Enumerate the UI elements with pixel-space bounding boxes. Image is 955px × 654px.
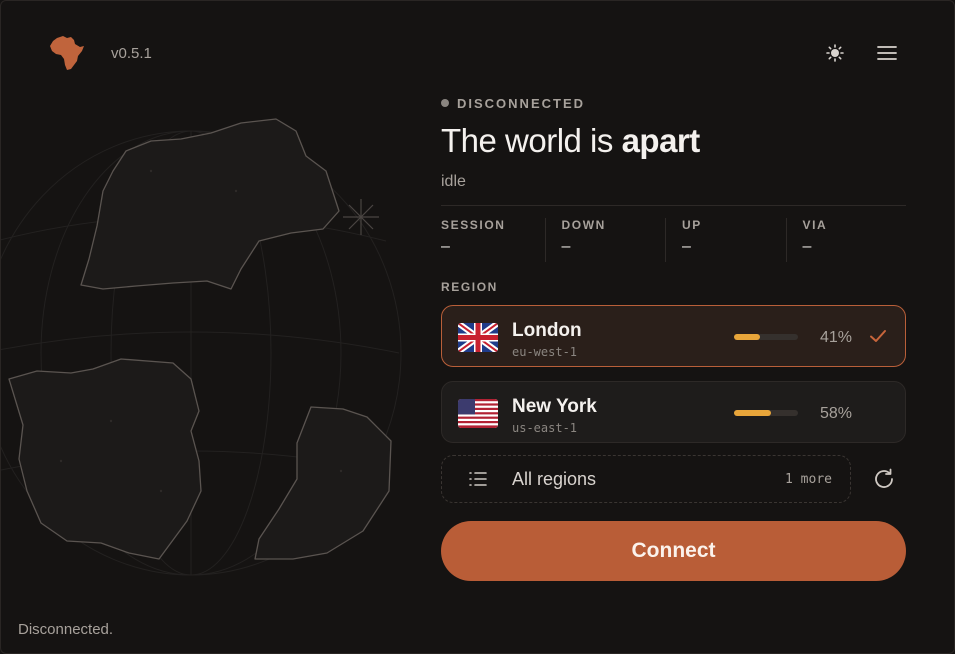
connect-button[interactable]: Connect — [441, 521, 906, 581]
more-regions-count: 1 more — [785, 472, 832, 487]
status-row: DISCONNECTED — [441, 95, 906, 111]
stats-row: SESSION – DOWN – UP – VIA – — [441, 218, 906, 262]
region-load-fill — [734, 410, 772, 416]
check-icon — [870, 330, 886, 342]
connection-status-label: DISCONNECTED — [457, 95, 586, 111]
hamburger-menu-icon — [877, 46, 897, 60]
stat-value: – — [682, 238, 691, 255]
region-section-label: REGION — [441, 280, 498, 294]
region-item-new-york[interactable]: New York us-east-1 58% — [441, 381, 906, 443]
stat-up: UP – — [665, 218, 786, 262]
app-window: v0.5.1 DISCONNECTED The world is apart i… — [0, 0, 955, 654]
divider — [441, 205, 906, 206]
globe-illustration — [1, 118, 402, 576]
connection-panel: DISCONNECTED The world is apart idle SES… — [441, 95, 906, 581]
headline-emphasis: apart — [621, 122, 701, 159]
stat-label: VIA — [802, 218, 828, 232]
region-load-percent: 58% — [820, 405, 853, 422]
list-icon — [469, 472, 487, 486]
region-city: London — [512, 320, 582, 341]
refresh-icon[interactable] — [871, 466, 897, 492]
region-load-bar — [734, 410, 798, 416]
stat-label: SESSION — [441, 218, 506, 232]
status-subtext: idle — [441, 173, 466, 190]
region-code: eu-west-1 — [512, 345, 578, 359]
all-regions-label: All regions — [512, 469, 597, 489]
us-flag-icon — [458, 399, 498, 428]
status-dot — [441, 99, 449, 107]
headline: The world is apart — [441, 121, 906, 161]
stat-label: DOWN — [561, 218, 606, 232]
stat-value: – — [441, 238, 450, 255]
region-load-fill — [734, 334, 761, 340]
region-city: New York — [512, 396, 597, 417]
theme-toggle-button[interactable] — [823, 41, 847, 65]
all-regions-button[interactable]: All regions 1 more — [441, 455, 851, 503]
stat-value: – — [802, 238, 812, 255]
footer-status: Disconnected. — [18, 621, 114, 638]
region-code: us-east-1 — [512, 421, 578, 435]
stat-session: SESSION – — [441, 218, 545, 262]
menu-button[interactable] — [874, 41, 900, 65]
app-version: v0.5.1 — [111, 45, 152, 62]
africa-logo-icon — [50, 36, 84, 70]
region-item-london[interactable]: London eu-west-1 41% — [441, 305, 906, 367]
sun-icon — [826, 44, 844, 62]
region-load-percent: 41% — [820, 329, 853, 346]
stat-label: UP — [682, 218, 702, 232]
stat-via: VIA – — [785, 218, 907, 262]
stat-down: DOWN – — [544, 218, 666, 262]
all-regions-row: All regions 1 more — [441, 455, 906, 503]
stat-value: – — [561, 238, 571, 255]
headline-prefix: The world is — [441, 122, 622, 159]
region-load-bar — [734, 334, 798, 340]
uk-flag-icon — [458, 323, 498, 352]
